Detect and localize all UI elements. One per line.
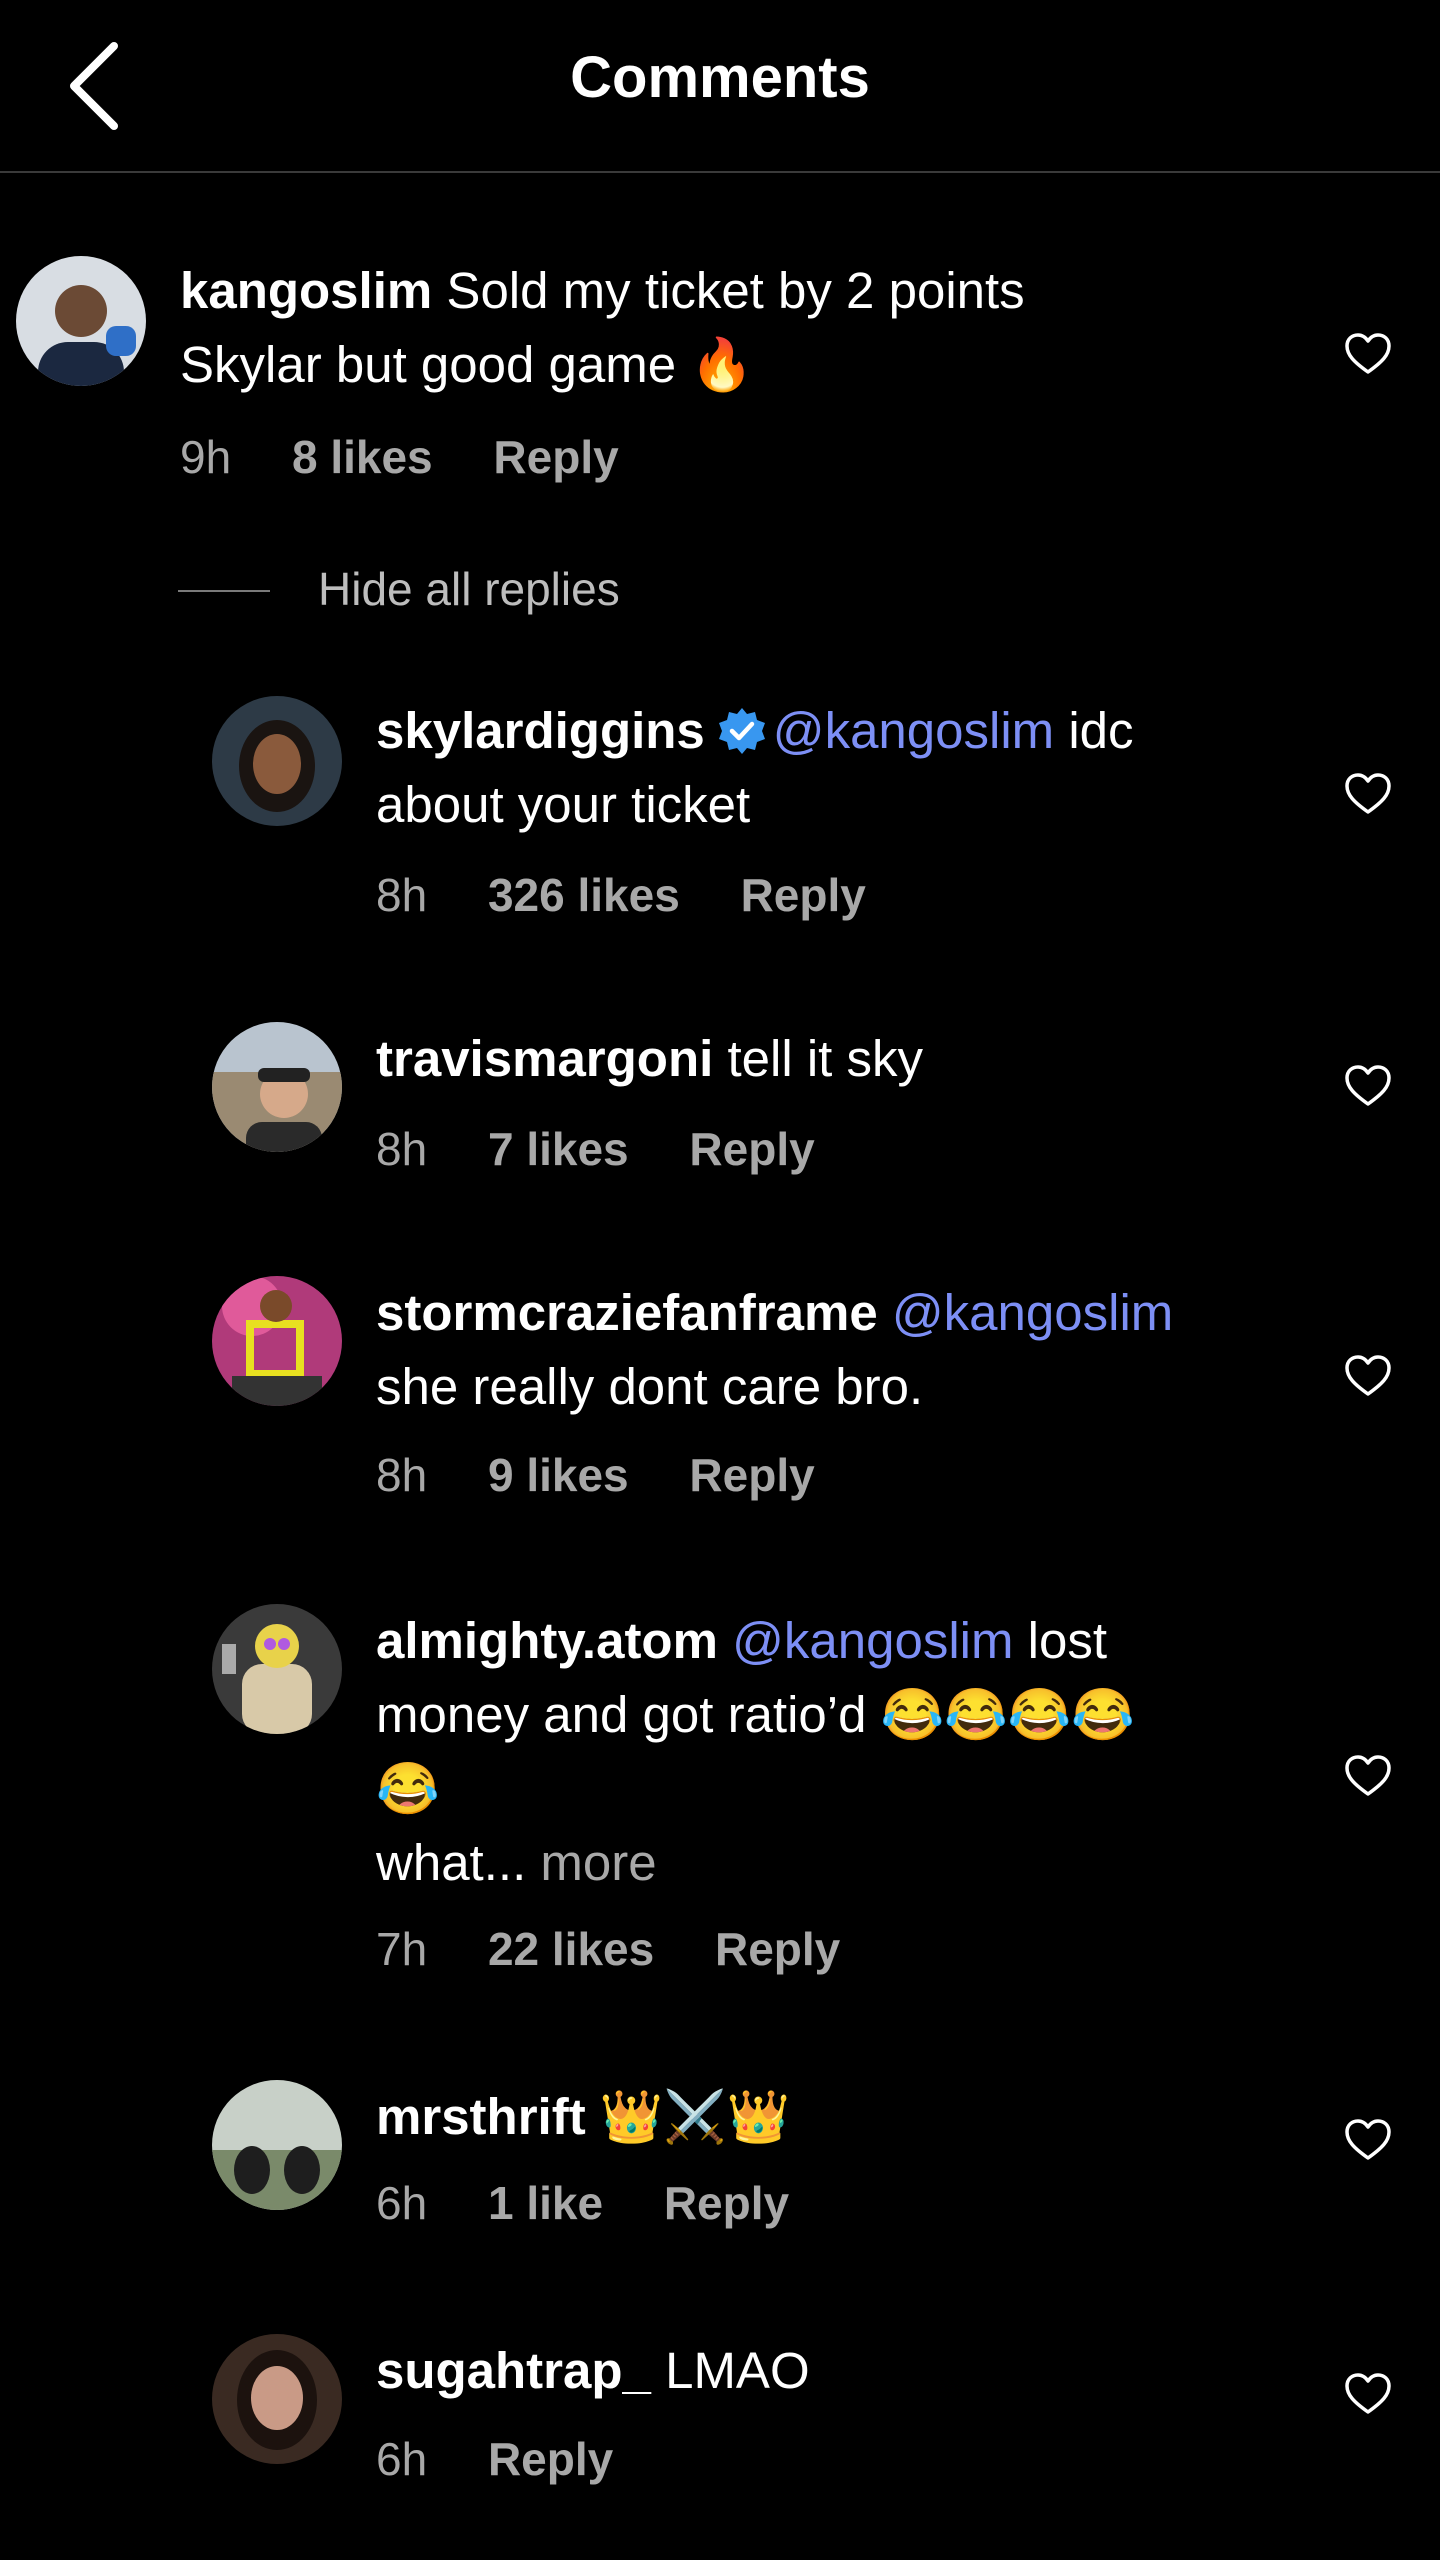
comment-body-line2: about your ticket [376,776,751,833]
username[interactable]: almighty.atom [376,1612,718,1669]
heart-outline-icon[interactable] [1344,2372,1392,2416]
heart-outline-icon[interactable] [1344,1064,1392,1108]
verified-badge-icon [718,708,765,754]
username[interactable]: travismargoni [376,1030,713,1087]
username[interactable]: skylardiggins [376,702,705,759]
reply-button[interactable]: Reply [493,431,618,483]
reply-button[interactable]: Reply [689,1123,814,1175]
comment-text: sugahtrap_ LMAO [376,2334,1306,2408]
like-count[interactable]: 8 likes [292,431,433,483]
comment-meta: 8h 7 likes Reply [376,1122,863,1176]
avatar[interactable] [212,2080,342,2210]
timestamp: 6h [376,2433,428,2485]
reply-button[interactable]: Reply [741,869,866,921]
timestamp: 8h [376,1123,428,1175]
reply-button[interactable]: Reply [715,1923,840,1975]
comment-meta: 8h 326 likes Reply [376,868,914,922]
page-title: Comments [570,45,870,110]
timestamp: 9h [180,431,232,483]
like-count[interactable]: 326 likes [488,869,680,921]
heart-outline-icon[interactable] [1344,2118,1392,2162]
mention-link[interactable]: @kangoslim [773,702,1054,759]
crown-swords-emoji: 👑⚔️👑 [599,2088,791,2145]
avatar[interactable] [212,1022,342,1152]
header-divider [0,171,1440,173]
laughing-emoji: 😂😂😂😂 [880,1686,1135,1743]
mention-link[interactable]: @kangoslim [892,1284,1173,1341]
mention-link[interactable]: @kangoslim [732,1612,1013,1669]
timestamp: 7h [376,1923,428,1975]
heart-outline-icon[interactable] [1344,1754,1392,1798]
like-count[interactable]: 22 likes [488,1923,654,1975]
comment-text: mrsthrift 👑⚔️👑 [376,2080,1306,2154]
more-link[interactable]: more [540,1834,656,1891]
timestamp: 6h [376,2177,428,2229]
like-count[interactable]: 1 like [488,2177,603,2229]
comment-body: LMAO [665,2342,810,2399]
comment-text: stormcraziefanframe @kangoslim she reall… [376,1276,1306,1424]
comment-body: Sold my ticket by 2 points [446,262,1025,319]
comment-body-line3: what... [376,1834,527,1891]
hide-replies-label[interactable]: Hide all replies [318,562,620,616]
comment-body-line2: Skylar but good game [180,336,677,393]
comment-meta: 9h 8 likes Reply [180,430,667,484]
heart-outline-icon[interactable] [1344,332,1392,376]
avatar[interactable] [212,1276,342,1406]
timestamp: 8h [376,1449,428,1501]
hide-replies-line [178,590,270,592]
reply-button[interactable]: Reply [488,2433,613,2485]
comment-text: travismargoni tell it sky [376,1022,1306,1096]
header-bar: Comments [0,0,1440,173]
username[interactable]: stormcraziefanframe [376,1284,878,1341]
comment-body: lost [1027,1612,1108,1669]
comment-meta: 6h 1 like Reply [376,2176,837,2230]
comment-meta: 8h 9 likes Reply [376,1448,863,1502]
comment-body: idc [1068,702,1134,759]
comment-text: skylardiggins @kangoslim idc about your … [376,694,1306,842]
like-count[interactable]: 9 likes [488,1449,629,1501]
timestamp: 8h [376,869,428,921]
laughing-emoji-2: 😂 [376,1760,440,1817]
heart-outline-icon[interactable] [1344,1354,1392,1398]
avatar[interactable] [16,256,146,386]
like-count[interactable]: 7 likes [488,1123,629,1175]
heart-outline-icon[interactable] [1344,772,1392,816]
username[interactable]: mrsthrift [376,2088,586,2145]
comment-text: kangoslim Sold my ticket by 2 points Sky… [180,254,1280,402]
avatar[interactable] [212,2334,342,2464]
reply-button[interactable]: Reply [664,2177,789,2229]
reply-button[interactable]: Reply [689,1449,814,1501]
username[interactable]: kangoslim [180,262,432,319]
comment-meta: 6h Reply [376,2432,661,2486]
username[interactable]: sugahtrap_ [376,2342,651,2399]
comment-body: tell it sky [727,1030,923,1087]
avatar[interactable] [212,1604,342,1734]
comment-meta: 7h 22 likes Reply [376,1922,888,1976]
avatar[interactable] [212,696,342,826]
comment-body: she really dont care bro. [376,1358,924,1415]
comment-body-line2: money and got ratio’d [376,1686,867,1743]
comment-text: almighty.atom @kangoslim lost money and … [376,1604,1306,1900]
fire-emoji: 🔥 [690,336,754,393]
